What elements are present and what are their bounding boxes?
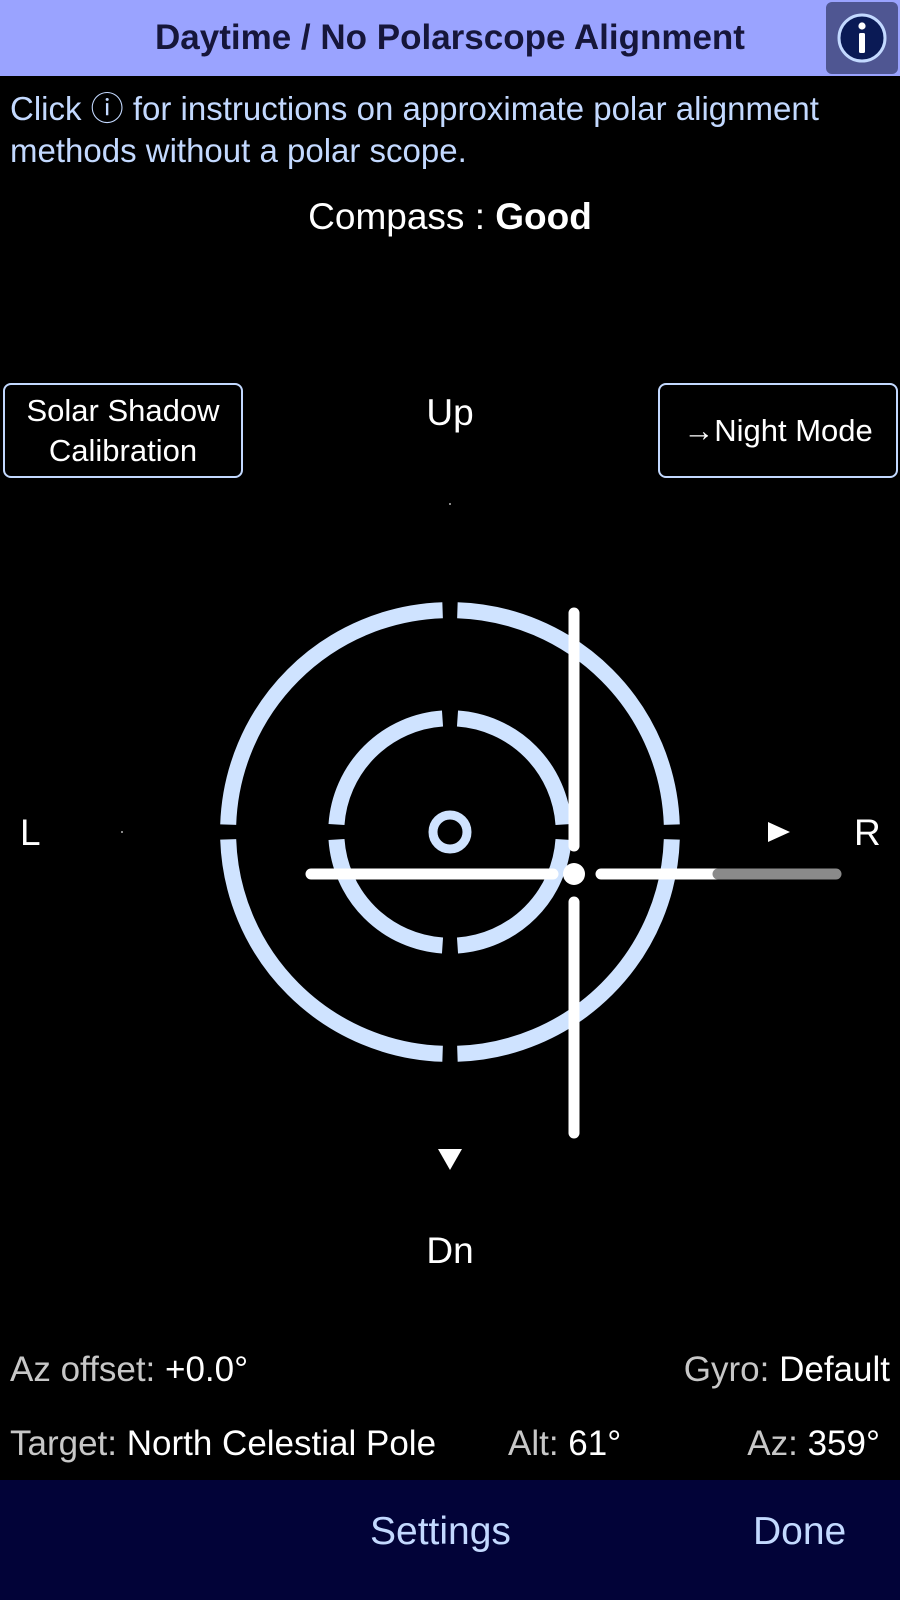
compass-status: Compass : Good: [0, 196, 900, 238]
info-button[interactable]: [826, 2, 898, 74]
outer-ring: [220, 602, 680, 1062]
az-offset-readout: Az offset: +0.0°: [10, 1350, 248, 1390]
done-button[interactable]: Done: [753, 1510, 846, 1554]
direction-left-label: L: [20, 812, 41, 853]
settings-button[interactable]: Settings: [370, 1510, 511, 1554]
compass-value: Good: [495, 196, 592, 237]
center-ring: [428, 810, 472, 854]
left-marker-dot: [121, 831, 123, 833]
instructions-prefix: Click: [10, 90, 91, 127]
info-circle-icon: [837, 13, 887, 63]
alt-readout: Alt: 61°: [508, 1424, 621, 1464]
gyro-value: Default: [779, 1350, 890, 1389]
outer-ring-arc-top-right: [457, 602, 680, 825]
az-offset-label: Az offset:: [10, 1350, 165, 1389]
direction-up-label: Up: [426, 392, 474, 433]
target-readout: Target: North Celestial Pole: [10, 1424, 436, 1464]
target-label: Target:: [10, 1424, 127, 1463]
az-readout: Az: 359°: [747, 1424, 880, 1464]
inner-ring: [328, 710, 572, 954]
inner-ring-arc-top-left: [328, 710, 444, 826]
right-arrow-icon: [768, 822, 790, 842]
az-offset-value: +0.0°: [165, 1350, 249, 1389]
inner-ring-arc-top-right: [456, 710, 572, 826]
crosshair-center-dot: [563, 863, 585, 885]
az-label: Az:: [747, 1424, 808, 1463]
az-value: 359°: [807, 1424, 880, 1463]
target-value: North Celestial Pole: [126, 1424, 437, 1463]
direction-down-label: Dn: [426, 1230, 474, 1271]
page-title: Daytime / No Polarscope Alignment: [155, 18, 745, 57]
gyro-label: Gyro:: [683, 1350, 780, 1389]
instructions-suffix: for instructions on approximate polar al…: [10, 90, 819, 169]
direction-right-label: R: [854, 812, 881, 853]
outer-ring-arc-bottom-left: [220, 839, 443, 1062]
up-marker-dot: [449, 503, 451, 505]
alt-value: 61°: [568, 1424, 622, 1463]
instructions-text: Click ⓘ for instructions on approximate …: [10, 88, 870, 172]
polar-alignment-screen: Daytime / No Polarscope Alignment Click …: [0, 0, 900, 1600]
solar-shadow-label-line2: Calibration: [48, 432, 198, 468]
compass-label: Compass :: [308, 196, 496, 237]
instructions-info-symbol: ⓘ: [90, 90, 124, 127]
inner-ring-arc-bottom-left: [328, 838, 444, 954]
gyro-readout: Gyro: Default: [684, 1350, 890, 1390]
outer-ring-arc-bottom-right: [457, 839, 680, 1062]
alt-label: Alt:: [508, 1424, 569, 1463]
outer-ring-arc-top-left: [220, 602, 443, 825]
down-arrow-icon: [438, 1149, 462, 1170]
inner-ring-arc-bottom-right: [456, 838, 572, 954]
